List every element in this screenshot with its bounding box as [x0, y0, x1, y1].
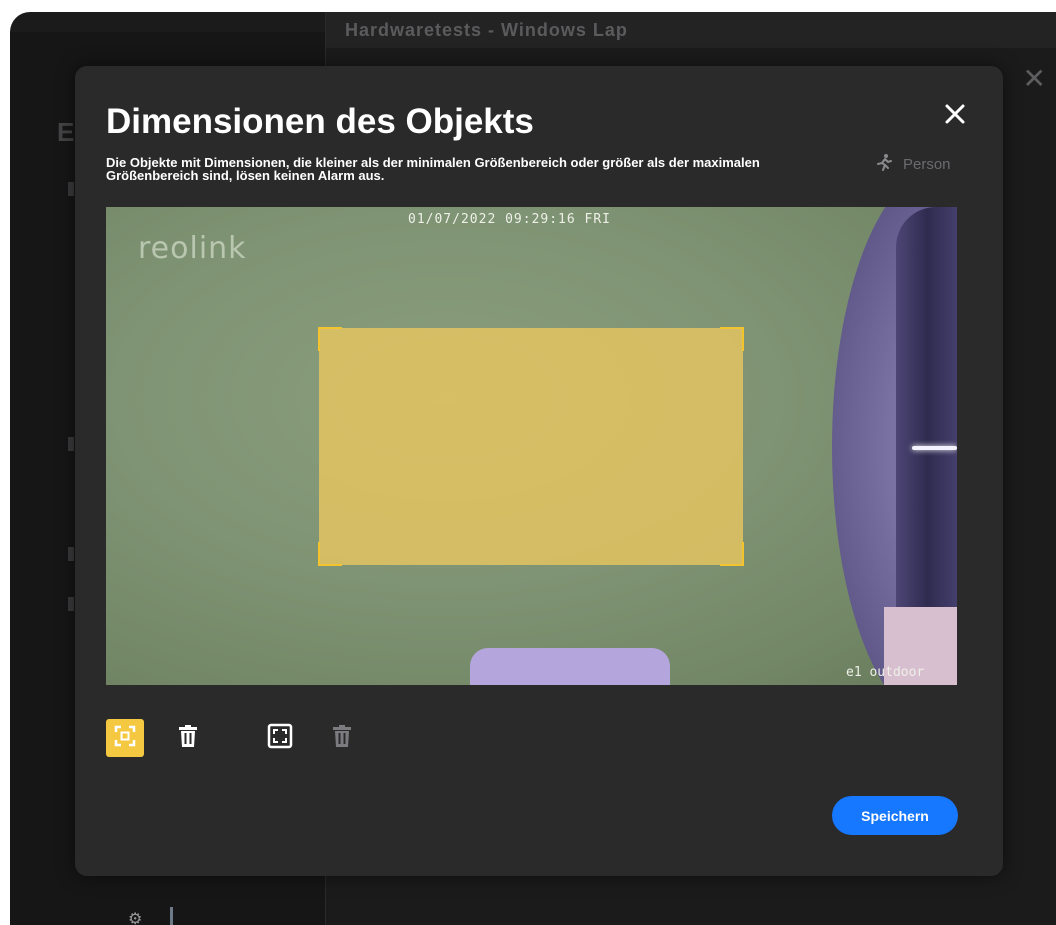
select-max-size-icon [267, 723, 293, 754]
background-marker [68, 437, 74, 451]
dialog-description: Die Objekte mit Dimensionen, die kleiner… [106, 155, 760, 183]
trash-icon [331, 724, 353, 753]
background-topbar: Hardwaretests - Windows Lap [325, 12, 1056, 48]
camera-name: e1 outdoor [846, 665, 925, 680]
background-section-letter: E [57, 117, 75, 147]
background-marker [68, 547, 74, 561]
camera-preview: 01/07/2022 09:29:16 FRI reolink e1 outdo… [106, 207, 957, 685]
object-dimensions-dialog: Dimensionen des Objekts Die Objekte mit … [75, 66, 1003, 876]
running-person-icon [875, 153, 893, 175]
resize-handle-top-left[interactable] [318, 327, 342, 351]
gear-icon[interactable]: ⚙ [128, 909, 142, 925]
delete-max-size-button[interactable] [323, 719, 361, 757]
resize-handle-bottom-left[interactable] [318, 542, 342, 566]
person-filter-label: Person [903, 155, 951, 173]
background-window-title: Hardwaretests - Windows Lap [345, 20, 628, 40]
trash-icon [177, 724, 199, 753]
preview-light-reflection [912, 446, 957, 450]
background-marker [68, 597, 74, 611]
select-min-size-icon [113, 724, 137, 753]
select-max-size-button[interactable] [261, 719, 299, 757]
select-min-size-button[interactable] [106, 719, 144, 757]
preview-foreground-object [470, 648, 670, 685]
background-close-icon[interactable]: ✕ [1023, 62, 1046, 95]
person-filter[interactable]: Person [875, 154, 951, 174]
resize-handle-top-right[interactable] [720, 327, 744, 351]
background-marker [68, 182, 74, 196]
reolink-logo: reolink [138, 231, 247, 266]
video-timestamp: 01/07/2022 09:29:16 FRI [408, 212, 612, 227]
close-icon[interactable] [941, 100, 969, 128]
resize-handle-bottom-right[interactable] [720, 542, 744, 566]
save-button[interactable]: Speichern [832, 796, 958, 835]
background-scroll-indicator [170, 907, 173, 925]
object-size-box[interactable] [318, 327, 744, 566]
dialog-title: Dimensionen des Objekts [106, 102, 534, 141]
delete-min-size-button[interactable] [169, 719, 207, 757]
